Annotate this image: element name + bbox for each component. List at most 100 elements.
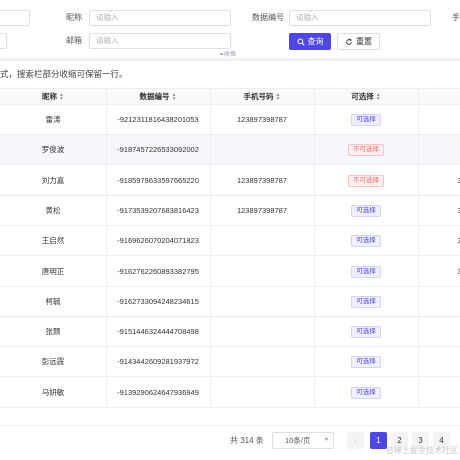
selectable-tag: 可选择 — [351, 356, 381, 369]
col-email[interactable]: 邮 — [418, 89, 460, 105]
cell-nickname: 唐明正 — [41, 266, 65, 276]
col-phone[interactable]: 手机号码 ▲ ▼ — [210, 89, 314, 105]
table-row[interactable]: 彭远霞 -9143442609281937972 可选择 — [0, 347, 460, 378]
refresh-icon — [346, 37, 352, 45]
data-id-placeholder: 请输入 — [296, 13, 319, 22]
cell-nickname: 雷涛 — [45, 115, 61, 124]
cell-phone — [210, 378, 314, 408]
email-placeholder: 请输入 — [96, 36, 119, 45]
cell-data-id: -9139290624647936949 — [117, 387, 199, 397]
col-data-id-label: 数据编号 — [139, 92, 170, 101]
sort-icon: ▲ ▼ — [275, 92, 281, 103]
cell-phone: 123897398787 — [236, 205, 288, 215]
table-row[interactable]: 张颢 -9151446324444708498 可选择 — [0, 317, 460, 348]
query-button[interactable]: 查询 — [289, 33, 331, 50]
field-1-input[interactable] — [0, 10, 30, 26]
cell-phone — [210, 135, 314, 165]
cell-selectable: 不可选择 — [314, 135, 418, 165]
table-row[interactable]: 罗俊波 -9187457226533092002 不可选择 — [0, 135, 460, 166]
table-row[interactable]: 刘力嘉 -9185978633597665220 123897398787 不可选择 3… — [0, 165, 460, 196]
collapse-toggle[interactable]: ⏶收缩 — [219, 51, 236, 59]
cell-selectable: 不可选择 — [314, 166, 418, 196]
total-count: 共 314 条 — [230, 436, 264, 445]
selectable-tag: 可选择 — [351, 295, 381, 308]
pager-divider — [0, 425, 460, 426]
page-1-button[interactable]: 1 — [370, 432, 387, 449]
cell-data-id: -9212311816438201053 — [117, 115, 199, 124]
table-row[interactable]: 柯毓 -9162733094248234615 可选择 — [0, 286, 460, 317]
data-id-label: 数据编号 — [252, 13, 284, 22]
cell-email — [418, 317, 460, 347]
reset-button[interactable]: 重置 — [337, 33, 380, 50]
cell-data-id: -9187457226533092002 — [117, 145, 199, 155]
cell-nickname: 罗俊波 — [41, 145, 65, 155]
cell-email: 310471 — [457, 236, 460, 246]
cell-data-id: -9185978633597665220 — [117, 175, 199, 185]
cell-email — [418, 105, 460, 135]
column-divider — [106, 88, 107, 408]
cell-selectable: 可选择 — [314, 317, 418, 347]
selectable-tag: 可选择 — [351, 386, 381, 399]
sort-icon: ▲ ▼ — [375, 92, 381, 103]
cell-phone: 123897398787 — [236, 115, 288, 124]
page-size-value: 10条/页 — [285, 436, 311, 445]
cell-selectable: 可选择 — [314, 347, 418, 377]
cell-nickname: 刘力嘉 — [41, 175, 65, 185]
cell-data-id: -9143442609281937972 — [117, 357, 199, 367]
cell-email — [418, 347, 460, 377]
cell-nickname: 张颢 — [45, 327, 61, 337]
col-selectable[interactable]: 可选择 ▲ ▼ — [314, 89, 418, 105]
nickname-placeholder: 请输入 — [96, 13, 119, 22]
cell-phone — [210, 287, 314, 317]
col-nickname[interactable]: 昵称 ▲ ▼ — [0, 89, 106, 105]
col-nickname-label: 昵称 — [42, 92, 58, 101]
cell-selectable: 可选择 — [314, 257, 418, 287]
selectable-tag: 可选择 — [351, 114, 381, 127]
cell-email: 373914 — [457, 205, 460, 215]
cell-data-id: -9169626070204071823 — [117, 236, 199, 246]
cell-nickname: 王启然 — [41, 236, 65, 246]
column-divider — [314, 88, 315, 408]
cell-email — [418, 287, 460, 317]
phone-label-partial: 手 — [452, 13, 460, 22]
selectable-tag: 可选择 — [351, 235, 381, 248]
field-5-input[interactable] — [0, 33, 7, 49]
cell-data-id: -9173539207683816423 — [117, 205, 199, 215]
table-row[interactable]: 王启然 -9169626070204071823 可选择 310471 — [0, 226, 460, 257]
cell-email: 373914 — [457, 175, 460, 185]
cell-phone — [210, 347, 314, 377]
cell-phone — [210, 257, 314, 287]
query-label: 查询 — [307, 37, 324, 46]
prev-page-button[interactable]: ‹ — [347, 432, 364, 449]
selectable-tag: 可选择 — [351, 326, 381, 339]
cell-selectable: 可选择 — [314, 196, 418, 226]
col-data-id[interactable]: 数据编号 ▲ ▼ — [106, 89, 210, 105]
table-hint: 式，搜索栏部分收缩可保留一行。 — [0, 69, 128, 79]
cell-selectable: 可选择 — [314, 287, 418, 317]
table-row[interactable]: 黄松 -9173539207683816423 123897398787 可选择 373… — [0, 195, 460, 226]
selectable-tag: 可选择 — [351, 265, 381, 278]
table-row[interactable]: 马妍敏 -9139290624647936949 可选择 — [0, 377, 460, 408]
cell-nickname: 柯毓 — [45, 296, 61, 306]
watermark: @稀土掘金技术社区 — [385, 446, 458, 455]
table-row[interactable]: 雷涛 -9212311816438201053 123897398787 可选择 — [0, 105, 460, 135]
cell-nickname: 马妍敏 — [41, 387, 65, 397]
email-input[interactable]: 请输入 — [89, 33, 231, 49]
cell-phone — [210, 226, 314, 256]
cell-data-id: -9151446324444708498 — [117, 327, 199, 337]
sort-icon: ▲ ▼ — [59, 92, 64, 103]
cell-nickname: 黄松 — [45, 205, 61, 215]
table-row[interactable]: 唐明正 -9162762260893382795 可选择 373914 — [0, 256, 460, 287]
sort-icon: ▲ ▼ — [171, 92, 177, 103]
cell-nickname: 彭远霞 — [41, 357, 65, 367]
search-icon — [296, 37, 305, 46]
table-header: 昵称▲▼ 数据编号▲▼ 手机号码▲▼ 可选择▲▼ 邮 — [0, 88, 460, 105]
email-label: 邮箱 — [66, 36, 82, 45]
data-id-input[interactable]: 请输入 — [289, 10, 431, 26]
nickname-input[interactable]: 请输入 — [89, 10, 231, 26]
cell-email: 373914 — [457, 266, 460, 276]
page-size-select[interactable]: 10条/页 ▾ — [272, 432, 334, 449]
collapse-label: 收缩 — [223, 52, 236, 58]
column-divider — [418, 88, 419, 408]
col-selectable-label: 可选择 — [351, 92, 374, 101]
